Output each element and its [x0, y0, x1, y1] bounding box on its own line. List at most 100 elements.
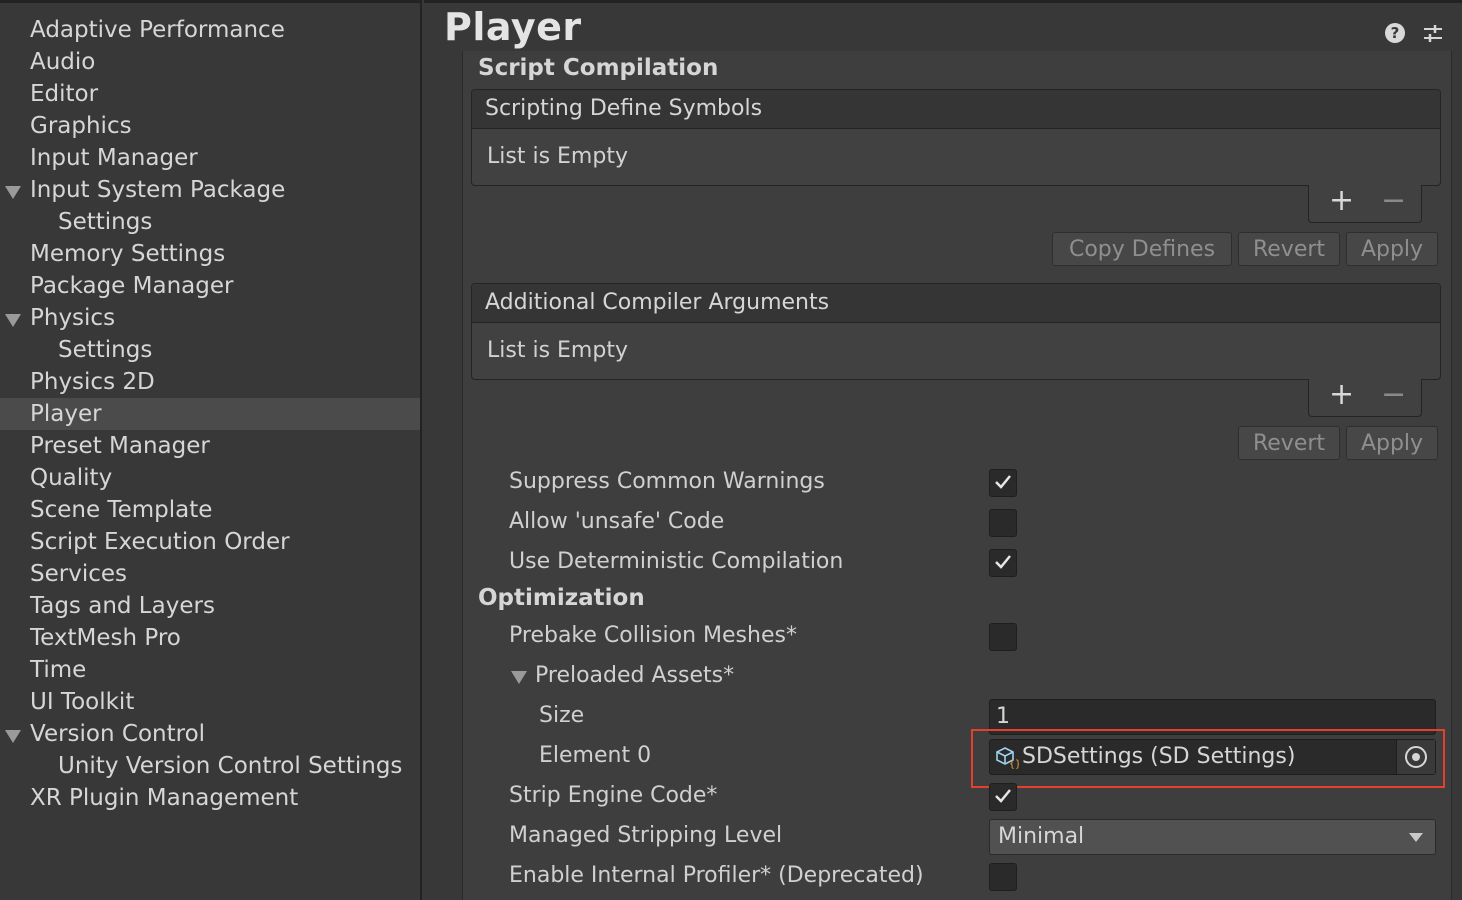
strip-engine-code-label: Strip Engine Code* — [509, 783, 718, 808]
sidebar-item-label: Package Manager — [30, 273, 234, 299]
sidebar-item-editor[interactable]: Editor — [0, 78, 420, 110]
sidebar-item-label: Quality — [30, 465, 113, 491]
sidebar-item-input-manager[interactable]: Input Manager — [0, 142, 420, 174]
player-settings-panel: Player ? Script Compilation Scripting De… — [424, 0, 1462, 900]
sidebar-item-quality[interactable]: Quality — [0, 462, 420, 494]
dropdown-value: Minimal — [998, 824, 1085, 849]
deterministic-compilation-label: Use Deterministic Compilation — [509, 549, 844, 574]
sidebar-item-label: TextMesh Pro — [30, 625, 181, 651]
element-0-label: Element 0 — [539, 743, 652, 768]
sidebar-item-script-execution-order[interactable]: Script Execution Order — [0, 526, 420, 558]
sidebar-item-label: Script Execution Order — [30, 529, 290, 555]
add-element-button[interactable]: + — [1329, 377, 1354, 412]
size-label: Size — [539, 703, 585, 728]
apply-button[interactable]: Apply — [1346, 426, 1438, 460]
checkmark-icon — [995, 789, 1011, 803]
sidebar-item-scene-template[interactable]: Scene Template — [0, 494, 420, 526]
sidebar-item-player[interactable]: Player — [0, 398, 420, 430]
sidebar-item-label: Settings — [58, 209, 153, 235]
expand-triangle-icon[interactable] — [5, 314, 21, 327]
allow-unsafe-label: Allow 'unsafe' Code — [509, 509, 725, 534]
project-settings-window: Adaptive Performance Audio Editor Graphi… — [0, 0, 1462, 900]
checkmark-icon — [995, 475, 1011, 489]
sidebar-item-label: Editor — [30, 81, 99, 107]
sidebar-item-textmesh-pro[interactable]: TextMesh Pro — [0, 622, 420, 654]
settings-sidebar: Adaptive Performance Audio Editor Graphi… — [0, 0, 422, 900]
sidebar-item-label: Preset Manager — [30, 433, 210, 459]
internal-profiler-label: Enable Internal Profiler* (Deprecated) — [509, 863, 924, 888]
sidebar-item-label: UI Toolkit — [30, 689, 135, 715]
sidebar-item-version-control[interactable]: Version Control — [0, 718, 420, 750]
managed-stripping-level-dropdown[interactable]: Minimal — [989, 819, 1436, 855]
chevron-down-icon — [1409, 833, 1423, 842]
sidebar-item-input-system-package[interactable]: Input System Package — [0, 174, 420, 206]
prebake-collision-meshes-checkbox[interactable] — [989, 623, 1017, 651]
strip-engine-code-checkbox[interactable] — [989, 783, 1017, 811]
list-add-remove-footer: + − — [1308, 377, 1422, 417]
sidebar-item-label: Physics 2D — [30, 369, 155, 395]
section-header-script-compilation: Script Compilation — [478, 55, 719, 81]
internal-profiler-checkbox[interactable] — [989, 863, 1017, 891]
list-empty-text: List is Empty — [487, 338, 628, 363]
preloaded-assets-foldout[interactable]: Preloaded Assets* — [535, 663, 734, 688]
sidebar-item-adaptive-performance[interactable]: Adaptive Performance — [0, 14, 420, 46]
sidebar-item-time[interactable]: Time — [0, 654, 420, 686]
sidebar-item-label: Time — [30, 657, 87, 683]
sidebar-item-label: Scene Template — [30, 497, 213, 523]
suppress-warnings-checkbox[interactable] — [989, 469, 1017, 497]
sidebar-item-label: Audio — [30, 49, 96, 75]
sidebar-item-label: Physics — [30, 305, 116, 331]
sidebar-item-services[interactable]: Services — [0, 558, 420, 590]
sidebar-item-physics[interactable]: Physics — [0, 302, 420, 334]
sidebar-item-label: XR Plugin Management — [30, 785, 299, 811]
list-empty-text: List is Empty — [487, 144, 628, 169]
sidebar-item-memory-settings[interactable]: Memory Settings — [0, 238, 420, 270]
expand-triangle-icon[interactable] — [5, 730, 21, 743]
deterministic-compilation-checkbox[interactable] — [989, 549, 1017, 577]
page-title: Player — [444, 5, 582, 49]
preset-settings-icon[interactable] — [1422, 23, 1444, 45]
sidebar-item-label: Unity Version Control Settings — [58, 753, 403, 779]
sidebar-item-package-manager[interactable]: Package Manager — [0, 270, 420, 302]
allow-unsafe-checkbox[interactable] — [989, 509, 1017, 537]
expand-triangle-icon[interactable] — [5, 186, 21, 199]
add-element-button[interactable]: + — [1329, 183, 1354, 218]
remove-element-button[interactable]: − — [1381, 377, 1406, 412]
settings-inspector: Script Compilation Scripting Define Symb… — [462, 51, 1452, 900]
sidebar-item-unity-version-control-settings[interactable]: Unity Version Control Settings — [0, 750, 420, 782]
section-header-optimization: Optimization — [478, 585, 645, 611]
sidebar-item-label: Player — [30, 401, 102, 427]
sidebar-item-ui-toolkit[interactable]: UI Toolkit — [0, 686, 420, 718]
sidebar-item-tags-and-layers[interactable]: Tags and Layers — [0, 590, 420, 622]
list-header: Scripting Define Symbols — [472, 90, 1440, 129]
sidebar-item-xr-plugin-management[interactable]: XR Plugin Management — [0, 782, 420, 814]
sidebar-item-label: Memory Settings — [30, 241, 226, 267]
sidebar-item-physics-2d[interactable]: Physics 2D — [0, 366, 420, 398]
sidebar-item-physics-settings[interactable]: Settings — [0, 334, 420, 366]
list-header: Additional Compiler Arguments — [472, 284, 1440, 323]
sidebar-item-label: Input Manager — [30, 145, 198, 171]
managed-stripping-level-label: Managed Stripping Level — [509, 823, 783, 848]
sidebar-item-label: Version Control — [30, 721, 206, 747]
sidebar-item-label: Services — [30, 561, 127, 587]
expand-triangle-icon[interactable] — [511, 671, 527, 684]
sidebar-item-label: Tags and Layers — [30, 593, 215, 619]
help-icon[interactable]: ? — [1385, 23, 1405, 43]
highlight-box — [971, 729, 1445, 788]
copy-defines-button[interactable]: Copy Defines — [1052, 232, 1232, 266]
suppress-warnings-label: Suppress Common Warnings — [509, 469, 825, 494]
sidebar-item-label: Graphics — [30, 113, 132, 139]
sidebar-item-input-system-settings[interactable]: Settings — [0, 206, 420, 238]
remove-element-button[interactable]: − — [1381, 183, 1406, 218]
checkmark-icon — [995, 555, 1011, 569]
sidebar-item-audio[interactable]: Audio — [0, 46, 420, 78]
revert-button[interactable]: Revert — [1238, 426, 1340, 460]
sidebar-item-preset-manager[interactable]: Preset Manager — [0, 430, 420, 462]
additional-compiler-arguments-list: Additional Compiler Arguments List is Em… — [471, 283, 1441, 380]
revert-button[interactable]: Revert — [1238, 232, 1340, 266]
sidebar-item-graphics[interactable]: Graphics — [0, 110, 420, 142]
prebake-collision-meshes-label: Prebake Collision Meshes* — [509, 623, 797, 648]
apply-button[interactable]: Apply — [1346, 232, 1438, 266]
scripting-define-symbols-list: Scripting Define Symbols List is Empty — [471, 89, 1441, 186]
sidebar-item-label: Adaptive Performance — [30, 17, 285, 43]
